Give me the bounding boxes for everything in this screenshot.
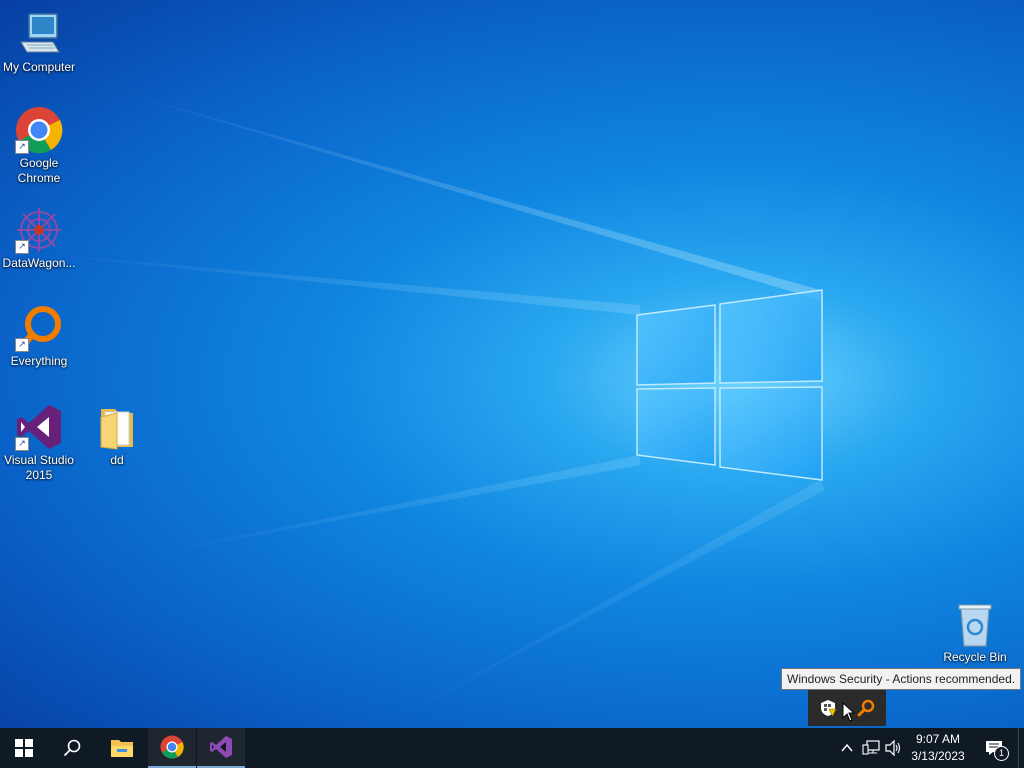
shortcut-arrow-icon: ↗ bbox=[15, 140, 29, 154]
folder-icon bbox=[93, 403, 141, 451]
chrome-taskbar-button[interactable] bbox=[148, 728, 196, 768]
shortcut-arrow-icon: ↗ bbox=[15, 437, 29, 451]
desktop-icon-label: Google Chrome bbox=[17, 156, 61, 185]
desktop-icon-google-chrome[interactable]: ↗ Google Chrome bbox=[0, 106, 78, 186]
desktop-icon-datawagon[interactable]: ↗ DataWagon... bbox=[0, 206, 78, 271]
desktop-icon-visual-studio-2015[interactable]: ↗ Visual Studio 2015 bbox=[0, 403, 78, 483]
wallpaper-light-beams bbox=[0, 80, 825, 728]
mouse-cursor-icon bbox=[842, 702, 856, 722]
datawagon-icon: ↗ bbox=[15, 206, 63, 254]
desktop-icon-label: Recycle Bin bbox=[943, 650, 1007, 664]
windows-security-tooltip: Windows Security - Actions recommended. bbox=[781, 668, 1022, 690]
everything-tray-icon[interactable] bbox=[856, 698, 876, 718]
search-icon bbox=[63, 739, 81, 757]
windows-security-warning-icon[interactable] bbox=[818, 698, 838, 718]
desktop-icon-label: My Computer bbox=[2, 60, 76, 74]
show-desktop-button[interactable] bbox=[1018, 728, 1024, 768]
visual-studio-icon bbox=[210, 736, 232, 758]
desktop-icon-everything[interactable]: ↗ Everything bbox=[0, 304, 78, 369]
desktop-icon-label: DataWagon... bbox=[2, 256, 76, 270]
chrome-icon: ↗ bbox=[15, 106, 63, 154]
file-explorer-button[interactable] bbox=[98, 728, 146, 768]
start-icon bbox=[15, 739, 33, 757]
shortcut-arrow-icon: ↗ bbox=[15, 338, 29, 352]
desktop-icon-recycle-bin[interactable]: Recycle Bin bbox=[936, 600, 1014, 665]
desktop-icon-label: Everything bbox=[10, 354, 68, 368]
everything-search-icon: ↗ bbox=[15, 304, 63, 352]
computer-icon bbox=[15, 10, 63, 58]
action-center-button[interactable]: 1 bbox=[982, 738, 1009, 761]
notification-count-badge: 1 bbox=[994, 746, 1009, 761]
desktop-icon-my-computer[interactable]: My Computer bbox=[0, 10, 78, 75]
show-hidden-icons-chevron[interactable] bbox=[837, 738, 857, 758]
file-explorer-icon bbox=[111, 740, 133, 757]
search-button[interactable] bbox=[48, 728, 96, 768]
clock-date: 3/13/2023 bbox=[911, 749, 965, 763]
desktop-icon-label: dd bbox=[110, 453, 124, 467]
network-icon[interactable] bbox=[861, 738, 881, 758]
visual-studio-taskbar-button[interactable] bbox=[197, 728, 245, 768]
windows-logo-wallpaper bbox=[636, 289, 823, 481]
taskbar: 9:07 AM 3/13/2023 1 bbox=[0, 728, 1024, 768]
desktop-icon-label: Visual Studio 2015 bbox=[4, 453, 74, 482]
visual-studio-icon: ↗ bbox=[15, 403, 63, 451]
shortcut-arrow-icon: ↗ bbox=[15, 240, 29, 254]
volume-icon[interactable] bbox=[884, 738, 904, 758]
taskbar-clock[interactable]: 9:07 AM 3/13/2023 bbox=[906, 731, 970, 765]
recycle-bin-icon bbox=[951, 600, 999, 648]
start-button[interactable] bbox=[0, 728, 48, 768]
chrome-icon bbox=[160, 735, 184, 759]
clock-time: 9:07 AM bbox=[915, 732, 961, 746]
desktop-icon-dd-folder[interactable]: dd bbox=[78, 403, 156, 468]
desktop[interactable]: My Computer ↗ Google Chrome ↗ DataWagon.… bbox=[0, 0, 1024, 728]
